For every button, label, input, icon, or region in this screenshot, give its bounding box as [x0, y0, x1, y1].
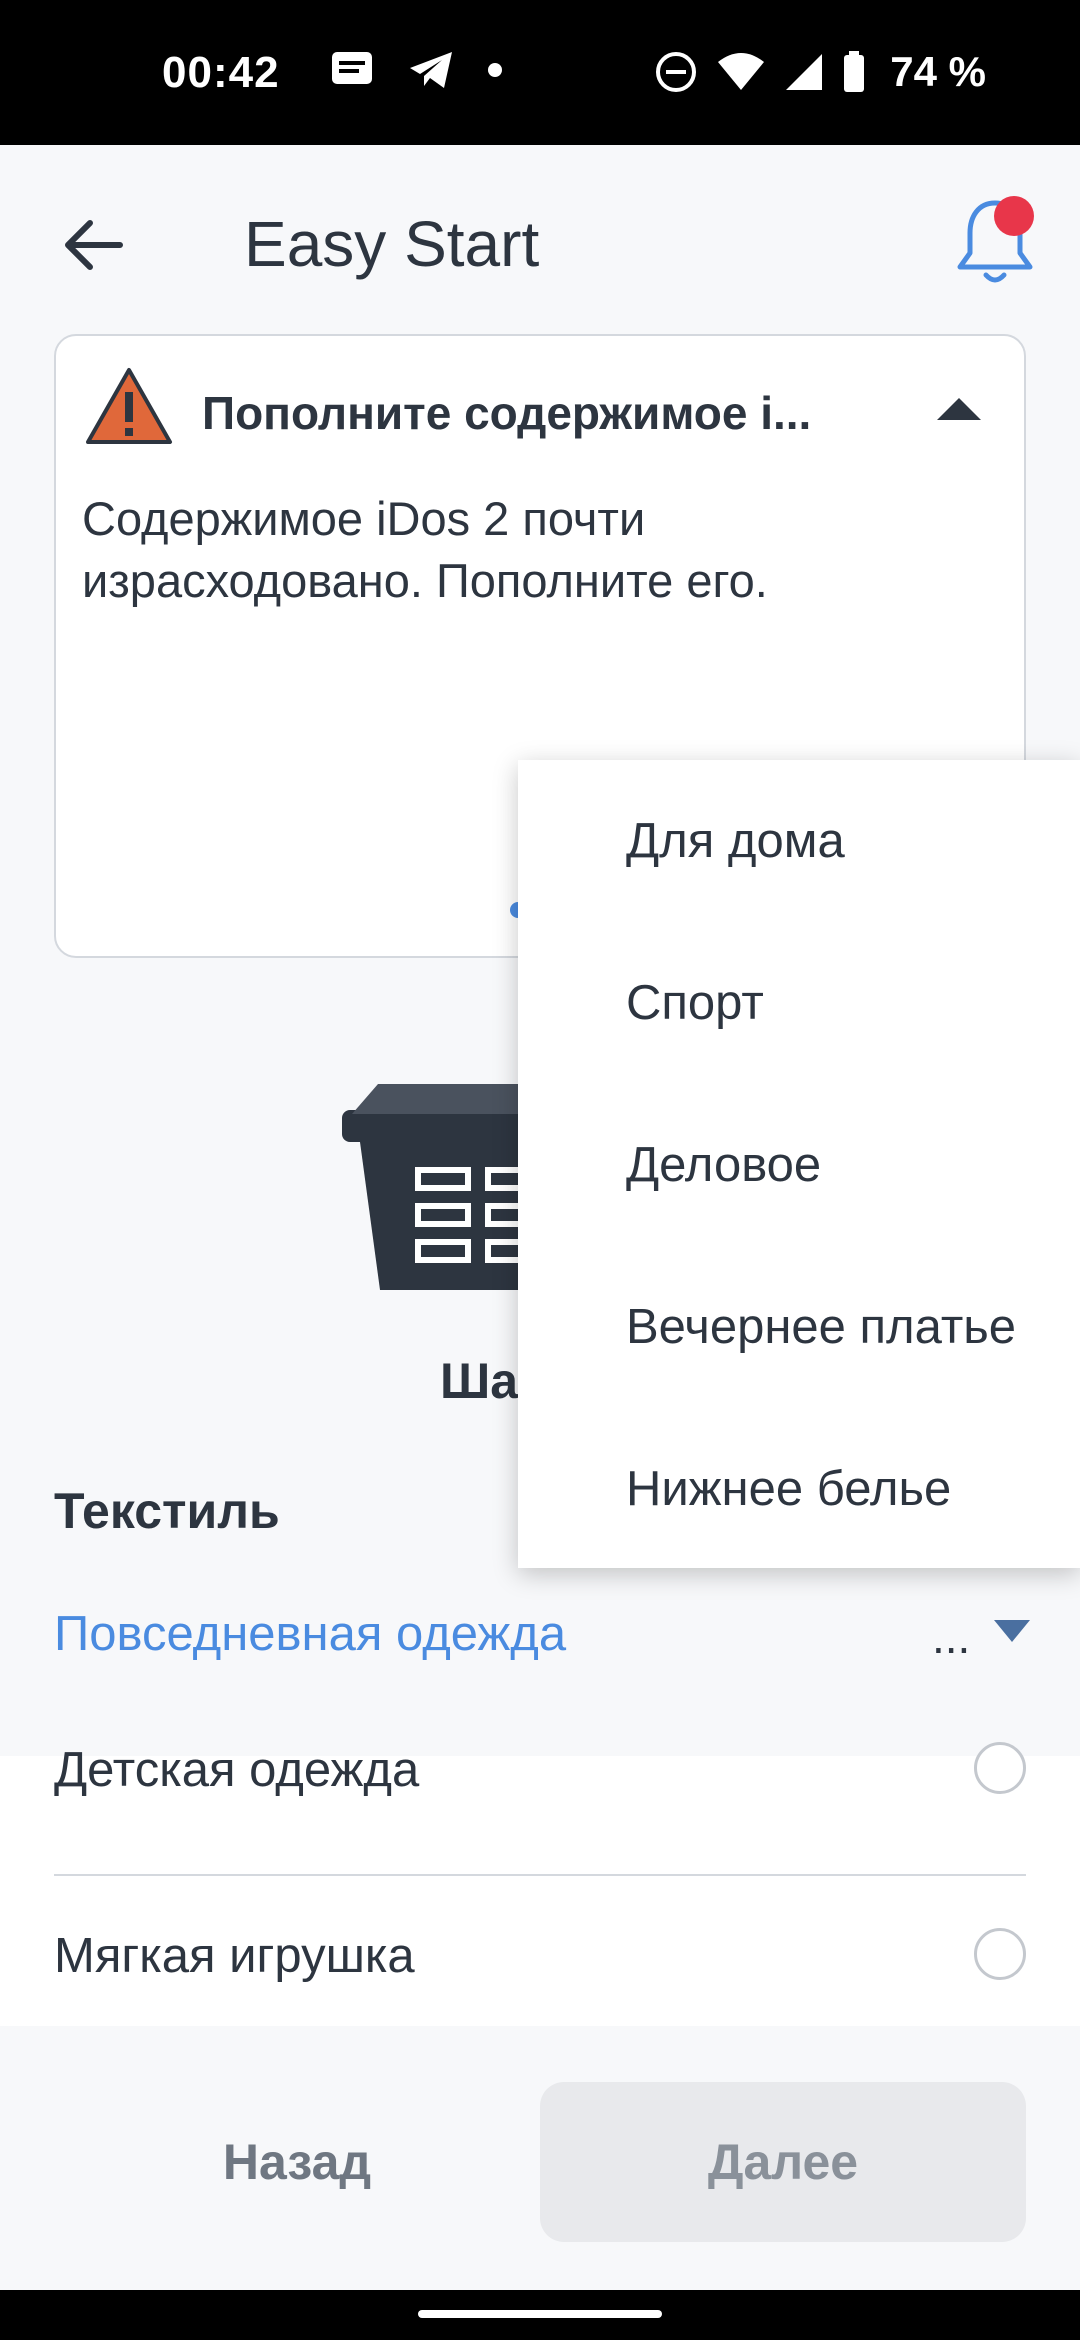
warning-icon — [84, 366, 174, 446]
alert-body: Содержимое iDos 2 почти израсходовано. П… — [82, 492, 768, 607]
app-bar: Easy Start — [0, 145, 1080, 335]
status-time: 00:42 — [162, 48, 280, 97]
category-dropdown[interactable]: Повседневная одежда ... — [54, 1600, 1030, 1680]
step-label: Ша — [440, 1353, 519, 1409]
signal-icon — [786, 54, 823, 90]
list-item[interactable]: Детская одежда — [54, 1714, 1026, 1876]
notification-dot-icon — [488, 63, 502, 77]
wifi-icon — [718, 53, 765, 90]
alert-heading: Пополните содержимое i... — [202, 387, 812, 439]
collapse-button[interactable] — [924, 388, 994, 428]
dropdown-menu: Для дома Спорт Деловое Вечернее платье Н… — [518, 760, 1080, 1568]
radio-button[interactable] — [974, 1742, 1026, 1794]
bottom-bar: Назад Далее — [0, 2026, 1080, 2290]
menu-item-home[interactable]: Для дома — [518, 760, 1080, 922]
status-left-icons — [330, 50, 502, 90]
next-button[interactable]: Далее — [540, 2082, 1026, 2242]
menu-item-underwear[interactable]: Нижнее белье — [518, 1408, 1080, 1570]
telegram-icon — [410, 52, 452, 88]
category-list: Детская одежда Мягкая игрушка — [0, 1742, 1080, 2038]
menu-item-evening-dress[interactable]: Вечернее платье — [518, 1246, 1080, 1408]
list-item-label: Мягкая игрушка — [54, 1929, 415, 1983]
battery-icon — [844, 51, 865, 92]
back-button[interactable]: Назад — [54, 2082, 540, 2242]
list-item[interactable]: Мягкая игрушка — [54, 1876, 1026, 2038]
menu-item-sport[interactable]: Спорт — [518, 922, 1080, 1084]
selected-category: Повседневная одежда — [54, 1607, 567, 1661]
status-right-icons: 74 % — [654, 48, 986, 96]
notification-badge — [994, 196, 1034, 236]
back-arrow-button[interactable] — [52, 205, 132, 285]
section-title: Текстиль — [54, 1483, 280, 1539]
page-title: Easy Start — [244, 208, 540, 280]
menu-item-business[interactable]: Деловое — [518, 1084, 1080, 1246]
status-bar: 00:42 74 % — [0, 0, 1080, 145]
battery-percent: 74 % — [890, 48, 986, 95]
list-item-label: Детская одежда — [54, 1743, 420, 1797]
messages-icon — [332, 52, 372, 84]
chevron-up-icon — [937, 398, 981, 420]
arrow-left-icon — [65, 220, 123, 270]
dropdown-ellipsis: ... — [932, 1611, 971, 1663]
caret-down-icon — [994, 1620, 1030, 1642]
home-gesture-handle[interactable] — [418, 2310, 662, 2318]
navigation-bar — [0, 2290, 1080, 2340]
radio-button[interactable] — [974, 1928, 1026, 1980]
do-not-disturb-icon — [656, 52, 697, 92]
